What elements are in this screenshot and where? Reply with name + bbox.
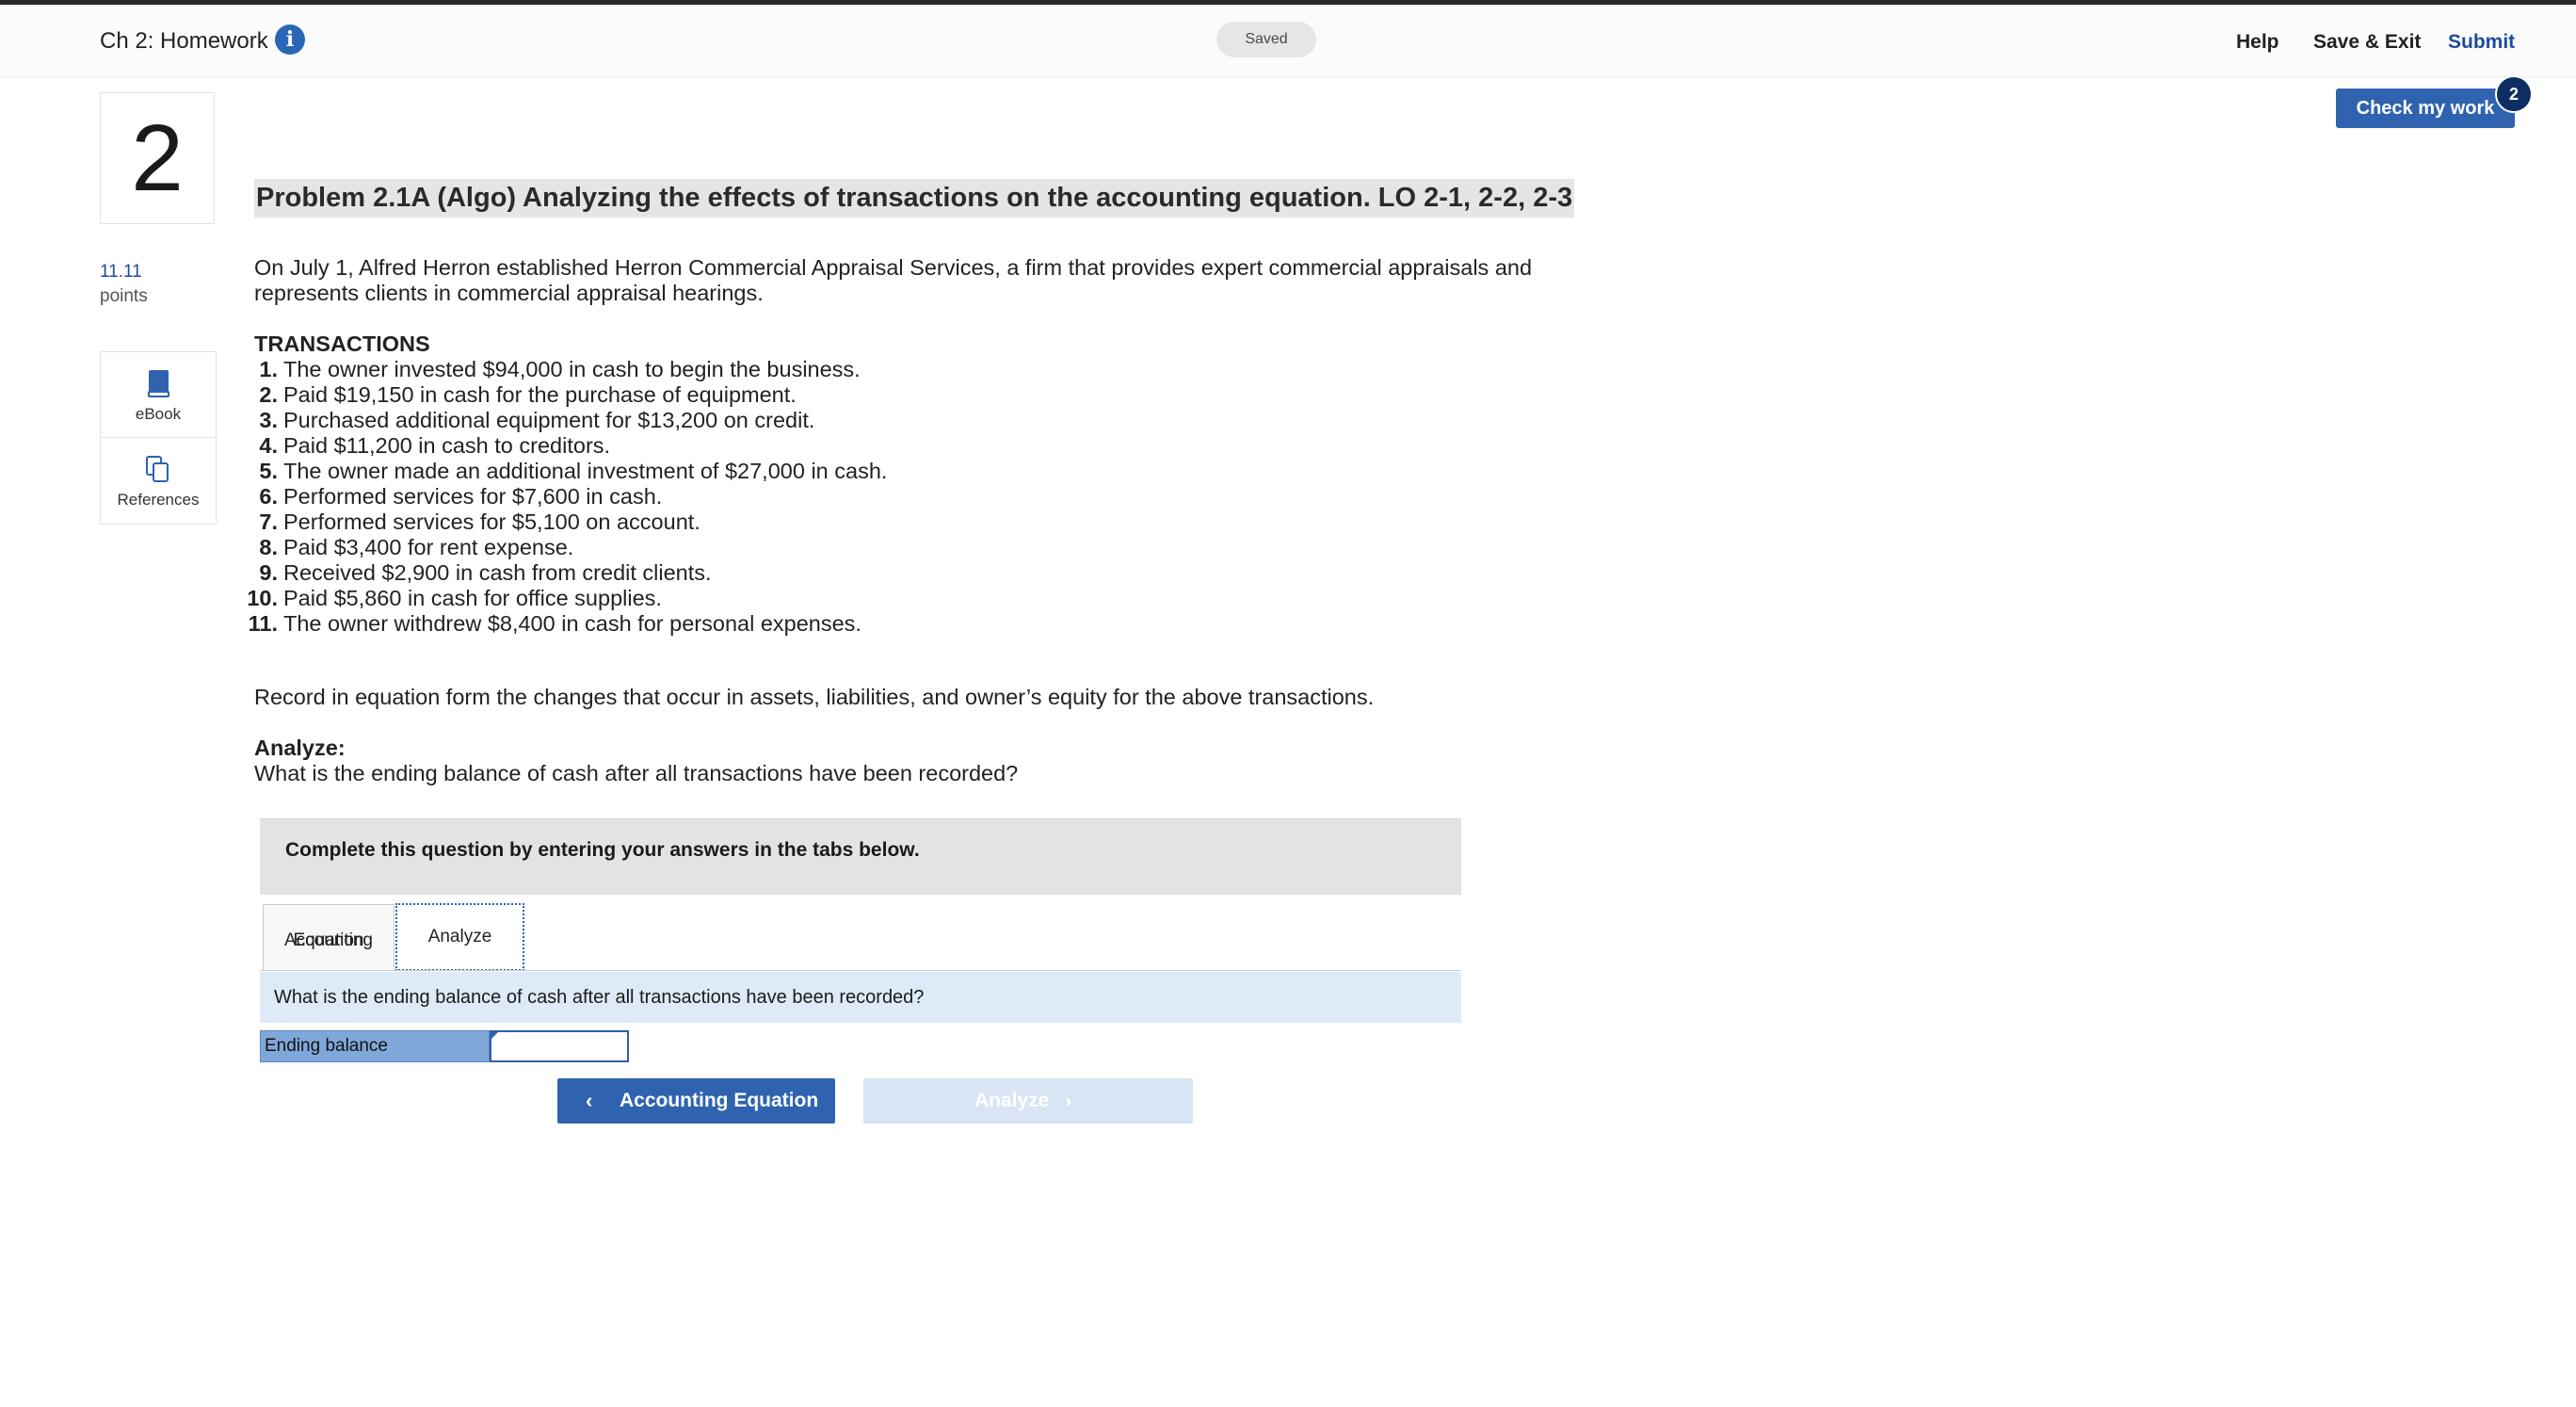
help-link[interactable]: Help: [2236, 31, 2279, 54]
chevron-right-icon: ›: [1065, 1089, 1072, 1112]
list-item: 1. The owner invested $94,000 in cash to …: [259, 357, 861, 381]
references-button[interactable]: References: [101, 438, 216, 523]
next-tab-button: Analyze ›: [863, 1078, 1193, 1124]
transactions-heading: TRANSACTIONS: [254, 332, 430, 356]
question-number-box: 2: [100, 92, 215, 224]
save-exit-link[interactable]: Save & Exit: [2313, 31, 2421, 54]
header-bar: Ch 2: Homework i Saved Help Save & Exit …: [0, 5, 2576, 77]
assignment-title: Ch 2: Homework: [100, 28, 268, 54]
list-item: 8. Paid $3,400 for rent expense.: [259, 535, 574, 559]
ending-balance-input[interactable]: [490, 1030, 629, 1062]
copy-icon: [145, 455, 171, 488]
problem-title: Problem 2.1A (Algo) Analyzing the effect…: [254, 179, 1575, 218]
list-item: 9. Received $2,900 in cash from credit cl…: [259, 560, 712, 585]
list-item: 2. Paid $19,150 in cash for the purchase …: [259, 382, 797, 407]
ebook-button[interactable]: eBook: [101, 352, 216, 438]
transactions-list: 1. The owner invested $94,000 in cash to …: [243, 357, 887, 637]
saved-status-badge: Saved: [1216, 22, 1316, 57]
tab-accounting-equation[interactable]: Accounting Equation: [263, 904, 394, 971]
prev-tab-label: Accounting Equation: [620, 1090, 819, 1111]
points-value: 11.11: [100, 262, 142, 282]
list-item: 4. Paid $11,200 in cash to creditors.: [259, 433, 611, 458]
tab-analyze[interactable]: Analyze: [395, 903, 524, 971]
next-tab-label: Analyze: [974, 1090, 1050, 1111]
tab-divider: [260, 970, 1461, 971]
problem-intro: On July 1, Alfred Herron established Her…: [254, 255, 1533, 305]
question-bar: What is the ending balance of cash after…: [260, 972, 1461, 1023]
ebook-label: eBook: [135, 405, 182, 423]
list-item: 5. The owner made an additional investmen…: [259, 459, 888, 483]
list-item: 3. Purchased additional equipment for $13…: [259, 408, 815, 432]
record-instruction: Record in equation form the changes that…: [254, 685, 1375, 709]
submit-link[interactable]: Submit: [2448, 31, 2515, 54]
references-label: References: [117, 491, 200, 509]
workspace-question: What is the ending balance of cash after…: [274, 987, 925, 1008]
points-label: points: [100, 286, 148, 306]
prev-tab-button[interactable]: ‹ Accounting Equation: [557, 1078, 835, 1124]
info-icon[interactable]: i: [275, 24, 305, 55]
resources-panel: eBook References: [100, 351, 217, 525]
book-icon: [146, 369, 170, 402]
list-item: 10. Paid $5,860 in cash for office suppli…: [247, 586, 662, 610]
check-my-work-button[interactable]: Check my work: [2336, 89, 2515, 128]
instruction-text: Complete this question by entering your …: [285, 839, 920, 861]
input-marker-icon: [490, 1032, 498, 1041]
list-item: 6. Performed services for $7,600 in cash.: [259, 484, 663, 509]
ending-balance-label: Ending balance: [260, 1030, 490, 1062]
question-number: 2: [131, 105, 184, 211]
instruction-panel: Complete this question by entering your …: [260, 818, 1461, 895]
analyze-question: What is the ending balance of cash after…: [254, 761, 1019, 785]
check-work-count-badge: 2: [2495, 75, 2533, 113]
chevron-left-icon: ‹: [586, 1089, 593, 1112]
list-item: 7. Performed services for $5,100 on accou…: [259, 509, 700, 534]
list-item: 11. The owner withdrew $8,400 in cash for…: [248, 611, 861, 636]
analyze-heading: Analyze:: [254, 736, 346, 760]
